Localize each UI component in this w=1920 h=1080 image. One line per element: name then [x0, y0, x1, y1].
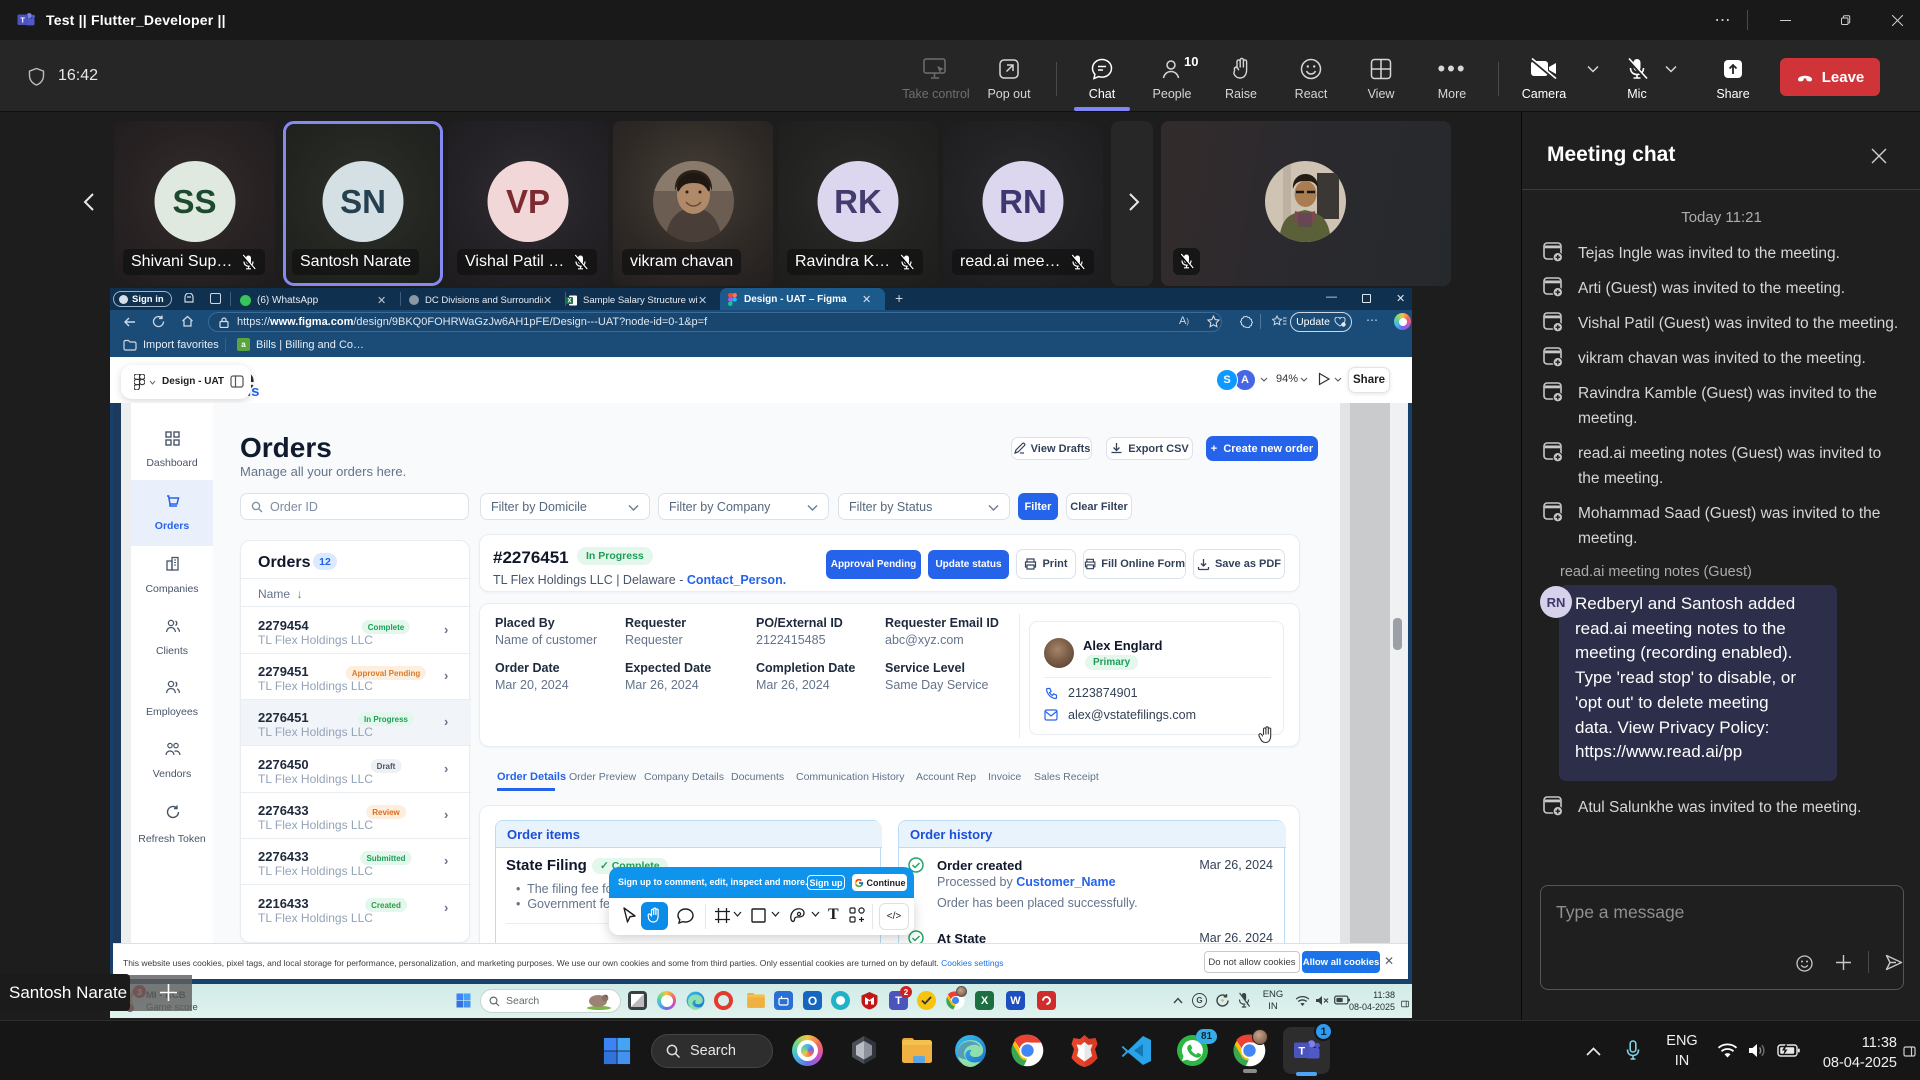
svg-text:T: T: [20, 16, 25, 25]
svg-text:T: T: [1298, 1045, 1305, 1057]
svg-text:X: X: [567, 298, 571, 304]
